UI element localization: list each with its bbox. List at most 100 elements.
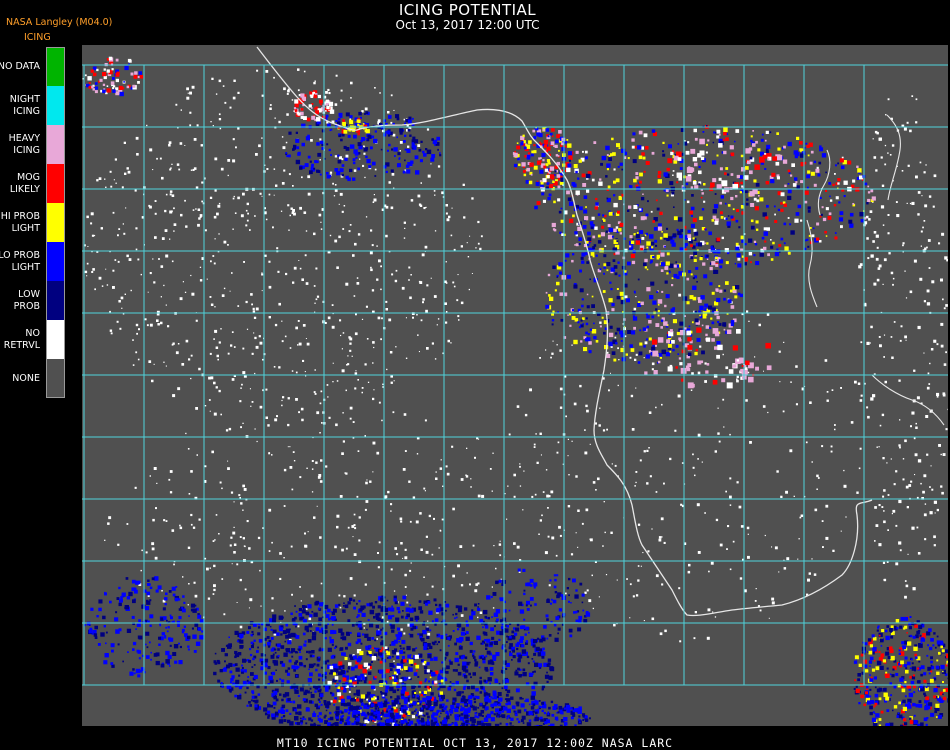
cloud-pixel [159, 157, 162, 160]
cloud-pixel [124, 172, 127, 175]
cloud-pixel [157, 323, 160, 326]
cloud-pixel [298, 608, 302, 612]
cloud-pixel [385, 170, 388, 174]
cloud-pixel [388, 181, 391, 184]
cloud-pixel [467, 707, 472, 711]
cloud-pixel [775, 161, 780, 166]
cloud-pixel [137, 258, 140, 261]
cloud-pixel [257, 693, 261, 696]
cloud-pixel [390, 381, 393, 384]
cloud-pixel [639, 342, 643, 346]
cloud-pixel [355, 156, 358, 159]
cloud-pixel [523, 146, 527, 150]
cloud-pixel [755, 183, 760, 187]
cloud-pixel [526, 655, 530, 659]
cloud-pixel [195, 319, 198, 322]
cloud-pixel [887, 232, 890, 235]
cloud-pixel [911, 526, 915, 530]
cloud-pixel [87, 76, 92, 81]
cloud-pixel [933, 535, 936, 539]
cloud-pixel [690, 256, 694, 260]
cloud-pixel [167, 325, 170, 328]
cloud-pixel [357, 142, 362, 147]
cloud-pixel [290, 207, 293, 210]
cloud-pixel [220, 328, 222, 330]
cloud-pixel [547, 135, 550, 138]
cloud-pixel [555, 154, 559, 157]
cloud-pixel [672, 348, 675, 352]
cloud-pixel [242, 537, 245, 540]
cloud-pixel [817, 173, 821, 177]
cloud-pixel [923, 300, 926, 303]
cloud-pixel [429, 676, 432, 679]
cloud-pixel [477, 494, 481, 498]
cloud-pixel [886, 462, 888, 464]
cloud-pixel [403, 632, 406, 635]
cloud-pixel [390, 510, 392, 512]
map-title: ICING POTENTIAL [398, 1, 537, 19]
cloud-pixel [754, 243, 758, 246]
cloud-pixel [372, 201, 375, 203]
cloud-pixel [759, 609, 762, 612]
cloud-pixel [323, 700, 327, 703]
cloud-pixel [317, 476, 321, 479]
cloud-pixel [276, 632, 280, 636]
cloud-pixel [566, 190, 570, 195]
cloud-pixel [776, 470, 779, 473]
cloud-pixel [156, 482, 158, 484]
cloud-pixel [285, 272, 288, 276]
legend-title: ICING [24, 32, 51, 43]
cloud-pixel [252, 623, 257, 627]
cloud-pixel [94, 86, 99, 90]
cloud-pixel [342, 332, 345, 334]
cloud-pixel [393, 598, 397, 602]
cloud-pixel [839, 211, 844, 215]
cloud-pixel [840, 387, 842, 389]
cloud-pixel [658, 538, 662, 542]
cloud-pixel [651, 151, 655, 155]
cloud-pixel [730, 152, 735, 157]
cloud-pixel [341, 210, 344, 213]
cloud-pixel [407, 119, 412, 124]
cloud-pixel [749, 156, 753, 160]
cloud-pixel [555, 139, 559, 144]
cloud-pixel [657, 299, 663, 304]
cloud-pixel [720, 195, 724, 199]
cloud-pixel [307, 155, 311, 159]
cloud-pixel [730, 173, 734, 176]
cloud-pixel [328, 416, 331, 419]
cloud-pixel [349, 597, 353, 601]
cloud-pixel [304, 532, 306, 535]
cloud-pixel [532, 129, 536, 133]
cloud-pixel [244, 588, 247, 591]
cloud-pixel [820, 213, 823, 216]
cloud-pixel [497, 701, 500, 704]
cloud-pixel [287, 204, 290, 207]
cloud-pixel [289, 347, 292, 349]
cloud-pixel [349, 688, 351, 690]
cloud-pixel [787, 217, 790, 219]
cloud-pixel [309, 91, 313, 95]
cloud-pixel [640, 565, 642, 567]
cloud-pixel [546, 175, 550, 179]
cloud-pixel [231, 331, 234, 333]
cloud-pixel [314, 703, 318, 707]
cloud-pixel [401, 639, 406, 644]
cloud-pixel [281, 704, 286, 709]
cloud-pixel [232, 96, 236, 100]
cloud-pixel [295, 131, 298, 134]
cloud-pixel [477, 220, 480, 224]
cloud-pixel [640, 301, 644, 305]
cloud-pixel [898, 379, 901, 382]
cloud-pixel [550, 490, 554, 494]
cloud-pixel [856, 165, 859, 168]
cloud-pixel [727, 204, 731, 207]
cloud-pixel [257, 646, 259, 649]
cloud-pixel [568, 218, 574, 224]
cloud-pixel [269, 625, 272, 628]
cloud-pixel [418, 148, 422, 152]
cloud-pixel [281, 340, 284, 343]
cloud-pixel [927, 239, 931, 242]
cloud-pixel [238, 494, 241, 497]
cloud-pixel [255, 699, 259, 703]
